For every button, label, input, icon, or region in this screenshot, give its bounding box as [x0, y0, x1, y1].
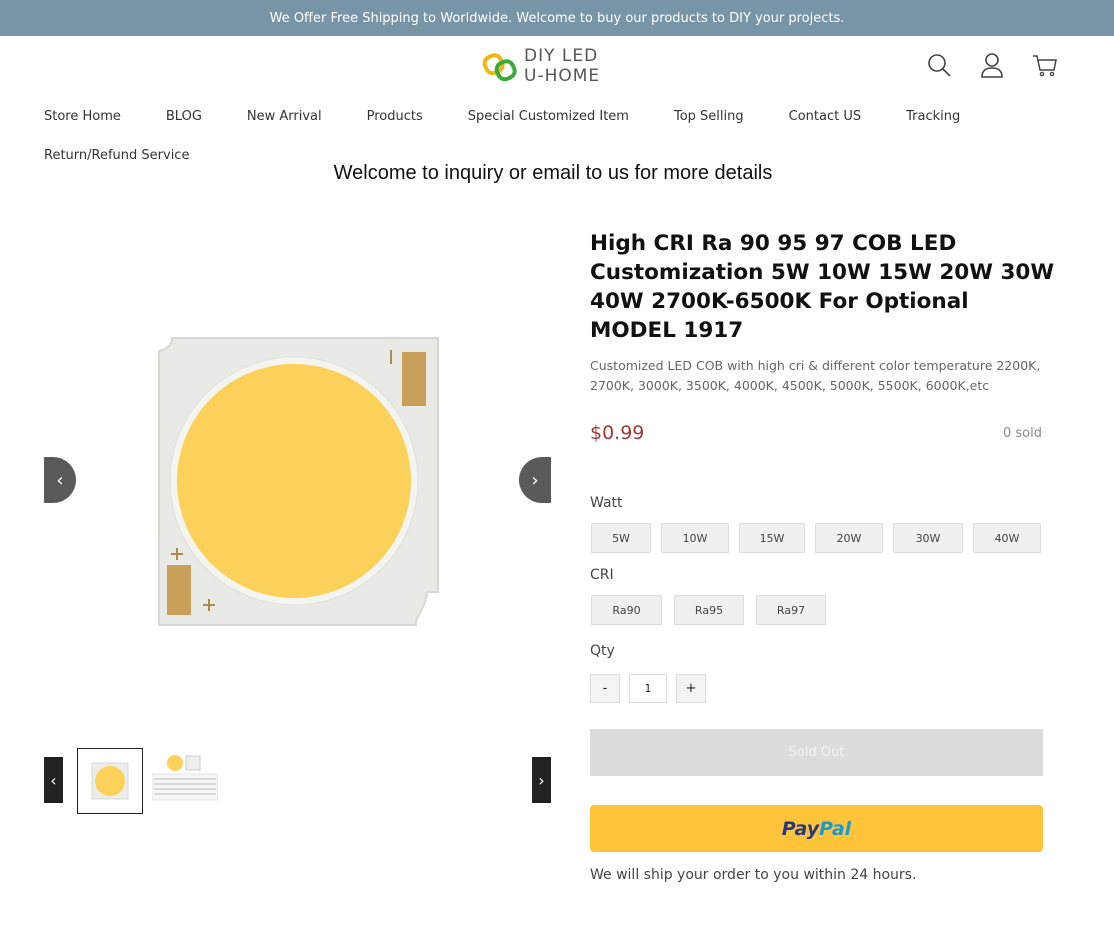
nav-item-blog[interactable]: BLOG	[166, 109, 202, 124]
nav-item-special-customized[interactable]: Special Customized Item	[468, 109, 629, 124]
logo-text-line1: DIY LED	[524, 46, 599, 66]
nav-item-store-home[interactable]: Store Home	[44, 109, 121, 124]
watt-option-30w[interactable]: 30W	[893, 523, 963, 553]
cri-label: CRI	[590, 567, 614, 583]
nav-item-contact-us[interactable]: Contact US	[789, 109, 861, 124]
inquiry-banner: Welcome to inquiry or email to us for mo…	[333, 162, 773, 184]
watt-option-20w[interactable]: 20W	[815, 523, 883, 553]
chevron-right-icon: ›	[531, 469, 539, 491]
product-main-image[interactable]	[44, 240, 551, 720]
nav-item-tracking[interactable]: Tracking	[906, 109, 960, 124]
nav-item-return-refund[interactable]: Return/Refund Service	[44, 148, 189, 163]
watt-option-15w[interactable]: 15W	[739, 523, 805, 553]
qty-input[interactable]	[629, 674, 667, 703]
main-nav: Store Home BLOG New Arrival Products Spe…	[44, 106, 1074, 163]
paypal-button[interactable]: Pay Pal	[590, 805, 1043, 852]
product-price: $0.99	[590, 422, 645, 444]
watt-option-40w[interactable]: 40W	[973, 523, 1041, 553]
thumb-next-button[interactable]: ›	[532, 757, 551, 803]
product-description: Customized LED COB with high cri & diffe…	[590, 358, 1041, 393]
thumbnail-2[interactable]	[151, 748, 219, 814]
qty-decrease-button[interactable]: -	[590, 674, 620, 703]
paypal-logo-pay: Pay	[781, 817, 820, 840]
nav-item-top-selling[interactable]: Top Selling	[674, 109, 744, 124]
sold-out-button[interactable]: Sold Out	[590, 729, 1043, 776]
cart-icon[interactable]	[1032, 52, 1058, 78]
product-title: High CRI Ra 90 95 97 COB LED Customizati…	[590, 231, 1055, 343]
nav-item-new-arrival[interactable]: New Arrival	[247, 109, 322, 124]
logo-mark	[482, 53, 517, 82]
thumbnail-1[interactable]	[77, 748, 143, 814]
cri-option-ra90[interactable]: Ra90	[591, 595, 662, 625]
nav-item-products[interactable]: Products	[367, 109, 423, 124]
shipping-note: We will ship your order to you within 24…	[590, 867, 917, 883]
search-icon[interactable]	[926, 52, 952, 78]
cri-option-ra95[interactable]: Ra95	[674, 595, 744, 625]
qty-label: Qty	[590, 643, 615, 659]
chevron-right-icon: ›	[538, 770, 545, 790]
paypal-logo-pal: Pal	[819, 817, 852, 840]
chevron-left-icon: ‹	[56, 469, 64, 491]
chevron-left-icon: ‹	[50, 770, 57, 790]
announcement-bar: We Offer Free Shipping to Worldwide. Wel…	[0, 0, 1114, 36]
logo-text-line2: U-HOME	[524, 66, 601, 86]
watt-option-10w[interactable]: 10W	[661, 523, 729, 553]
watt-option-5w[interactable]: 5W	[591, 523, 651, 553]
cri-option-ra97[interactable]: Ra97	[756, 595, 826, 625]
user-icon[interactable]	[979, 52, 1005, 78]
thumb-prev-button[interactable]: ‹	[44, 757, 63, 803]
logo[interactable]: DIY LED U-HOME	[482, 46, 622, 88]
watt-label: Watt	[590, 495, 623, 511]
announcement-bar-text: We Offer Free Shipping to Worldwide. Wel…	[269, 10, 845, 26]
sold-count: 0 sold	[1003, 426, 1042, 441]
qty-increase-button[interactable]: +	[676, 674, 706, 703]
